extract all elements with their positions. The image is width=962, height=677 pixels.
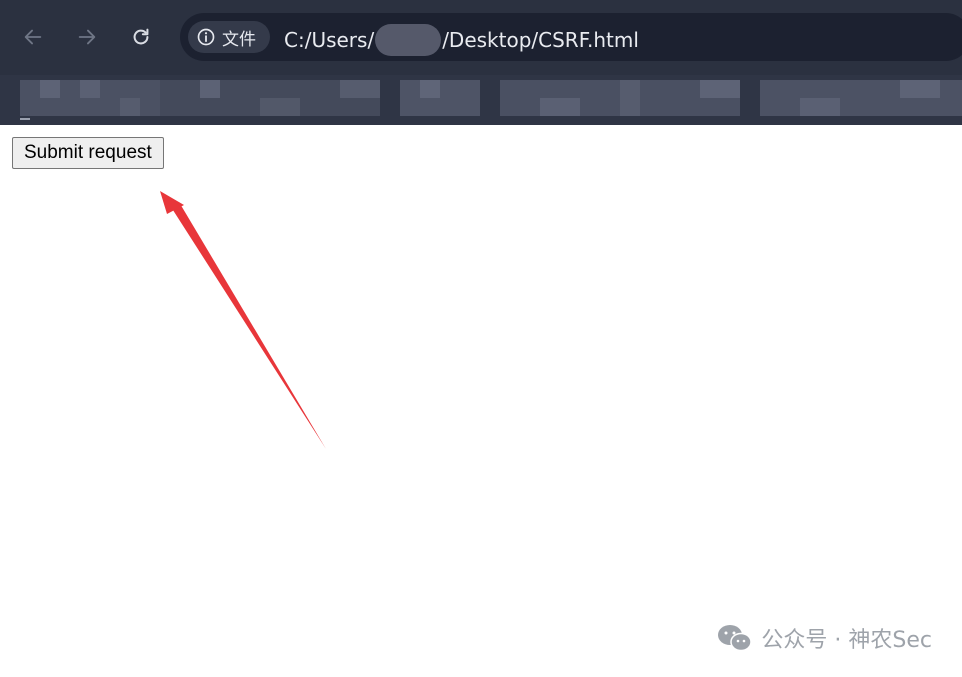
url-text[interactable]: C:/Users/ /Desktop/CSRF.html (284, 24, 639, 56)
reload-icon (133, 28, 149, 45)
address-bar[interactable]: 文件 C:/Users/ /Desktop/CSRF.html (180, 13, 962, 61)
watermark-text: 公众号 · 神农Sec (761, 628, 932, 653)
forward-arrow-icon (78, 29, 96, 45)
submit-request-button[interactable]: Submit request (12, 137, 164, 169)
info-icon (197, 28, 215, 46)
url-suffix: /Desktop/CSRF.html (442, 28, 639, 52)
redacted-username (375, 24, 442, 56)
url-prefix: C:/Users/ (284, 28, 375, 52)
watermark: 公众号 · 神农Sec (717, 622, 932, 654)
browser-toolbar: 文件 C:/Users/ /Desktop/CSRF.html (0, 0, 962, 75)
site-info-chip[interactable]: 文件 (188, 21, 270, 53)
back-arrow-icon (24, 29, 42, 45)
forward-button[interactable] (72, 22, 102, 52)
wechat-icon (718, 625, 753, 652)
site-chip-label: 文件 (222, 29, 256, 50)
back-button[interactable] (18, 22, 48, 52)
bookmarks-bar (0, 75, 962, 125)
reload-button[interactable] (126, 22, 156, 52)
